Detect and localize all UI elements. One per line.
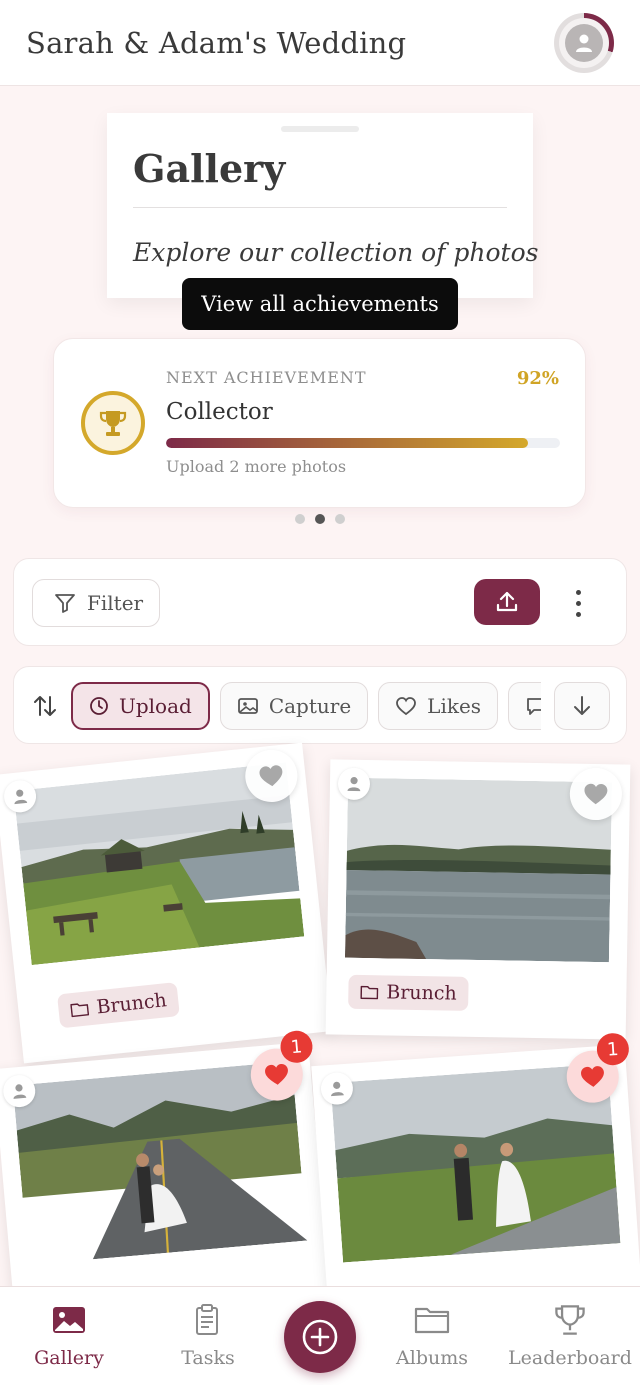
nav-item-label: Gallery <box>34 1347 104 1369</box>
sort-chip-label: Capture <box>268 694 352 718</box>
carousel-dots <box>0 514 640 524</box>
photo-card[interactable]: 1 <box>311 1032 640 1326</box>
heart-icon <box>395 696 417 716</box>
clock-icon <box>89 696 109 716</box>
nav-item-label: Leaderboard <box>508 1347 632 1369</box>
comment-icon <box>525 696 541 716</box>
avatar <box>565 23 603 62</box>
sort-toggle-icon[interactable] <box>32 693 58 719</box>
heart-icon <box>581 1066 604 1087</box>
nav-item-leaderboard[interactable]: Leaderboard <box>508 1303 632 1369</box>
achievement-hint: Upload 2 more photos <box>166 457 347 476</box>
heart-icon <box>584 783 608 805</box>
album-tag[interactable]: Brunch <box>56 981 181 1029</box>
user-icon <box>13 1084 27 1099</box>
sort-direction-button[interactable] <box>554 682 610 730</box>
nav-item-tasks[interactable]: Tasks <box>181 1303 235 1369</box>
trophy-icon <box>99 411 127 436</box>
nav-item-albums[interactable]: Albums <box>396 1303 468 1369</box>
clipboard-icon <box>192 1303 224 1337</box>
filter-bar: Filter <box>13 558 627 646</box>
arrow-down-icon <box>574 696 590 715</box>
nav-item-label: Albums <box>396 1347 468 1369</box>
achievement-percent: 92% <box>516 368 559 389</box>
divider <box>133 207 507 208</box>
nav-item-gallery[interactable]: Gallery <box>34 1303 104 1369</box>
upload-icon <box>496 591 518 612</box>
add-icon <box>302 1319 338 1355</box>
nav-item-label: Tasks <box>181 1347 235 1369</box>
album-tag-label: Brunch <box>95 989 168 1019</box>
user-icon <box>331 1081 344 1097</box>
heart-icon <box>259 765 283 787</box>
album-tag[interactable]: Brunch <box>348 974 470 1011</box>
app-title: Sarah & Adam's Wedding <box>26 25 407 60</box>
drag-handle[interactable] <box>281 126 359 132</box>
page-title: Gallery <box>133 146 286 191</box>
achievement-badge <box>81 391 145 455</box>
sort-chip-label: Upload <box>119 694 192 718</box>
sort-chip-upload[interactable]: Upload <box>71 682 210 730</box>
carousel-dot[interactable] <box>315 514 325 524</box>
carousel-dot[interactable] <box>295 514 305 524</box>
sort-chip-likes[interactable]: Likes <box>378 682 499 730</box>
heart-icon <box>265 1063 288 1085</box>
sort-bar: Upload Capture Likes Comments <box>13 666 627 744</box>
profile-inner <box>559 17 609 68</box>
folder-icon <box>70 1000 90 1018</box>
filter-label: Filter <box>87 591 144 615</box>
sort-chip-capture[interactable]: Capture <box>219 682 369 730</box>
like-button[interactable] <box>569 767 623 821</box>
more-vertical-icon[interactable] <box>566 581 590 625</box>
image-icon <box>237 696 259 716</box>
sort-chip-comments[interactable]: Comments <box>508 682 541 730</box>
achievement-label: NEXT ACHIEVEMENT <box>166 368 367 387</box>
trophy-icon <box>553 1303 587 1337</box>
user-icon <box>576 34 592 52</box>
achievement-card[interactable]: NEXT ACHIEVEMENT 92% Collector Upload 2 … <box>53 338 586 508</box>
filter-icon <box>55 594 75 613</box>
folder-icon <box>414 1303 450 1337</box>
gallery-intro-card: Gallery Explore our collection of photos <box>107 113 539 298</box>
folder-icon <box>360 984 379 1000</box>
photo-card[interactable]: Brunch <box>325 759 631 1040</box>
bottom-nav: Gallery Tasks Albums Leaderboard <box>0 1286 640 1385</box>
user-icon <box>14 789 28 805</box>
page-subtitle: Explore our collection of photos <box>133 238 539 267</box>
photo-card[interactable]: Brunch <box>0 742 333 1064</box>
album-tag-label: Brunch <box>386 981 457 1005</box>
sort-chips: Upload Capture Likes Comments <box>71 682 541 730</box>
user-icon <box>347 777 361 792</box>
app-header: Sarah & Adam's Wedding <box>0 0 640 86</box>
add-photo-button[interactable] <box>284 1301 356 1373</box>
achievement-name: Collector <box>166 399 273 425</box>
sort-chip-label: Likes <box>427 694 482 718</box>
achievement-progress-fill <box>166 438 529 448</box>
achievement-progress-bar <box>166 438 560 448</box>
profile-progress-ring[interactable] <box>554 12 614 73</box>
carousel-dot[interactable] <box>335 514 345 524</box>
gallery-icon <box>51 1303 87 1337</box>
filter-button[interactable]: Filter <box>32 579 160 627</box>
view-achievements-tooltip[interactable]: View all achievements <box>182 278 458 330</box>
upload-button[interactable] <box>474 579 540 625</box>
